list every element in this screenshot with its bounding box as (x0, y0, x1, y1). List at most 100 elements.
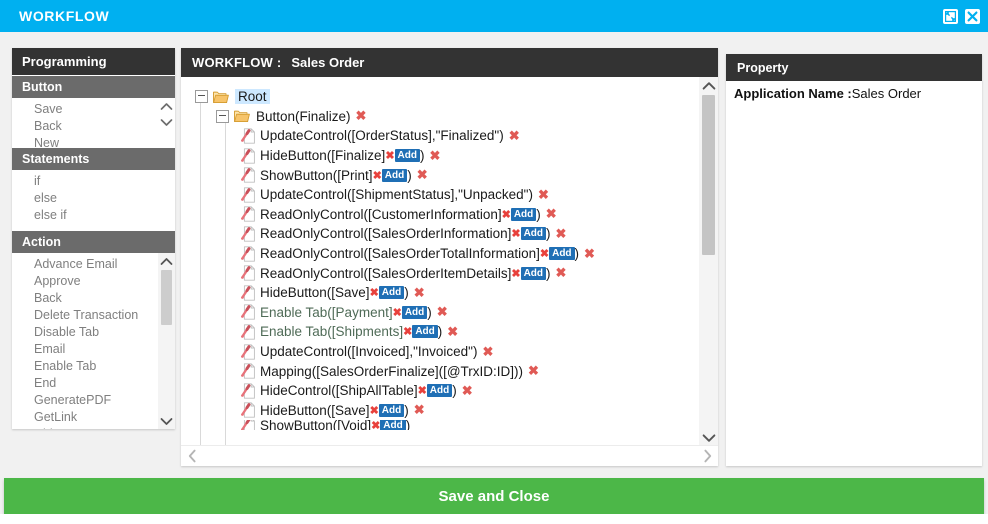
tree-node[interactable]: Root (195, 87, 699, 107)
tree-node[interactable]: ShowButton([Print] ✖ Add) ✖ (195, 165, 699, 185)
tree-node[interactable]: UpdateControl([ShipmentStatus],"Unpacked… (195, 185, 699, 205)
list-item[interactable]: New (12, 135, 175, 147)
remove-param-icon[interactable]: ✖ (370, 404, 379, 417)
scroll-up-icon[interactable] (158, 253, 175, 269)
delete-node-icon[interactable]: ✖ (556, 226, 567, 242)
delete-node-icon[interactable]: ✖ (538, 187, 549, 203)
tree-node[interactable]: UpdateControl([OrderStatus],"Finalized")… (195, 126, 699, 146)
button-list-scrollbar[interactable] (158, 98, 175, 147)
scroll-down-icon[interactable] (699, 429, 718, 446)
scroll-down-icon[interactable] (158, 114, 175, 130)
add-badge[interactable]: Add (378, 286, 405, 300)
list-item[interactable]: GeneratePDF (12, 392, 175, 409)
remove-param-icon[interactable]: ✖ (502, 208, 511, 221)
delete-node-icon[interactable]: ✖ (447, 324, 458, 340)
remove-param-icon[interactable]: ✖ (385, 149, 394, 162)
add-badge[interactable]: Add (520, 266, 547, 280)
restore-icon[interactable] (943, 8, 958, 24)
remove-param-icon[interactable]: ✖ (371, 420, 380, 430)
list-item[interactable]: Advance Email (12, 256, 175, 273)
tree-node[interactable]: ShowButton([Void] ✖ Add) (195, 420, 699, 431)
tree-node-label: ReadOnlyControl([SalesOrderItemDetails] (260, 265, 512, 281)
delete-node-icon[interactable]: ✖ (414, 285, 425, 301)
tree-node[interactable]: ReadOnlyControl([SalesOrderInformation] ✖… (195, 224, 699, 244)
close-icon[interactable] (965, 8, 980, 24)
delete-node-icon[interactable]: ✖ (414, 402, 425, 418)
add-badge[interactable]: Add (401, 305, 428, 319)
add-badge[interactable]: Add (381, 168, 408, 182)
list-item[interactable]: Email (12, 341, 175, 358)
delete-node-icon[interactable]: ✖ (482, 344, 493, 360)
remove-param-icon[interactable]: ✖ (403, 325, 412, 338)
delete-node-icon[interactable]: ✖ (437, 304, 448, 320)
tree-node[interactable]: HideButton([Save] ✖ Add) ✖ (195, 283, 699, 303)
remove-param-icon[interactable]: ✖ (540, 247, 549, 260)
remove-param-icon[interactable]: ✖ (373, 169, 382, 182)
delete-node-icon[interactable]: ✖ (528, 363, 539, 379)
add-badge[interactable]: Add (378, 403, 405, 417)
delete-node-icon[interactable]: ✖ (429, 148, 440, 164)
list-item[interactable]: HideButton (12, 426, 175, 429)
tree-node[interactable]: ReadOnlyControl([SalesOrderTotalInformat… (195, 244, 699, 264)
scroll-left-icon[interactable] (181, 446, 203, 466)
delete-node-icon[interactable]: ✖ (584, 246, 595, 262)
action-icon (241, 304, 256, 320)
add-badge[interactable]: Add (394, 149, 420, 163)
tree-node[interactable]: Mapping([SalesOrderFinalize]([@TrxID:ID]… (195, 361, 699, 381)
list-item[interactable]: GetLink (12, 409, 175, 426)
list-item[interactable]: Back (12, 290, 175, 307)
list-item[interactable]: else (12, 190, 175, 207)
remove-param-icon[interactable]: ✖ (511, 227, 520, 240)
add-badge[interactable]: Add (412, 325, 438, 339)
list-item[interactable]: End (12, 375, 175, 392)
tree-vertical-scrollbar[interactable] (699, 77, 718, 446)
tree-expander-icon[interactable] (195, 90, 208, 104)
tree-horizontal-scrollbar[interactable] (181, 445, 718, 466)
palette-group-header-button[interactable]: Button (12, 75, 175, 98)
tree-node[interactable]: Enable Tab([Payment] ✖ Add) ✖ (195, 303, 699, 323)
delete-node-icon[interactable]: ✖ (356, 108, 367, 124)
remove-param-icon[interactable]: ✖ (418, 384, 427, 397)
action-list-scrollbar[interactable] (158, 253, 175, 429)
delete-node-icon[interactable]: ✖ (462, 383, 473, 399)
delete-node-icon[interactable]: ✖ (546, 206, 557, 222)
scroll-right-icon[interactable] (696, 446, 718, 466)
tree-node[interactable]: HideButton([Finalize] ✖ Add) ✖ (195, 146, 699, 166)
list-item[interactable]: Back (12, 118, 175, 135)
scroll-thumb[interactable] (161, 270, 172, 325)
scroll-down-icon[interactable] (158, 413, 175, 429)
tree-expander-icon[interactable] (216, 109, 229, 123)
list-item[interactable]: else if (12, 207, 175, 224)
list-item[interactable]: Save (12, 101, 175, 118)
palette-group-header-statements[interactable]: Statements (12, 147, 175, 170)
list-item[interactable]: Enable Tab (12, 358, 175, 375)
tree-node[interactable]: Enable Tab([Shipments] ✖ Add) ✖ (195, 322, 699, 342)
list-item[interactable]: Delete Transaction (12, 307, 175, 324)
tree-node-label: Enable Tab([Payment] (260, 304, 393, 320)
tree-node[interactable]: UpdateControl([Invoiced],"Invoiced") ✖ (195, 342, 699, 362)
add-badge[interactable]: Add (520, 227, 547, 241)
scroll-up-icon[interactable] (158, 98, 175, 114)
add-badge[interactable]: Add (549, 247, 575, 261)
tree-node[interactable]: ReadOnlyControl([CustomerInformation] ✖ Ad… (195, 205, 699, 225)
save-and-close-button[interactable]: Save and Close (4, 478, 984, 514)
add-badge[interactable]: Add (380, 420, 406, 431)
tree-node[interactable]: HideButton([Save] ✖ Add) ✖ (195, 401, 699, 421)
list-item[interactable]: Disable Tab (12, 324, 175, 341)
tree-node[interactable]: ReadOnlyControl([SalesOrderItemDetails] ✖… (195, 263, 699, 283)
remove-param-icon[interactable]: ✖ (370, 286, 379, 299)
delete-node-icon[interactable]: ✖ (417, 167, 428, 183)
list-item[interactable]: if (12, 173, 175, 190)
tree-node[interactable]: HideControl([ShipAllTable] ✖ Add) ✖ (195, 381, 699, 401)
scroll-thumb[interactable] (702, 95, 715, 255)
remove-param-icon[interactable]: ✖ (393, 306, 402, 319)
list-item[interactable]: Approve (12, 273, 175, 290)
add-badge[interactable]: Add (510, 207, 537, 221)
scroll-up-icon[interactable] (699, 77, 718, 94)
remove-param-icon[interactable]: ✖ (511, 267, 520, 280)
tree-node[interactable]: Button(Finalize) ✖ (195, 107, 699, 127)
palette-group-header-action[interactable]: Action (12, 230, 175, 253)
delete-node-icon[interactable]: ✖ (556, 265, 567, 281)
delete-node-icon[interactable]: ✖ (509, 128, 520, 144)
add-badge[interactable]: Add (426, 384, 453, 398)
